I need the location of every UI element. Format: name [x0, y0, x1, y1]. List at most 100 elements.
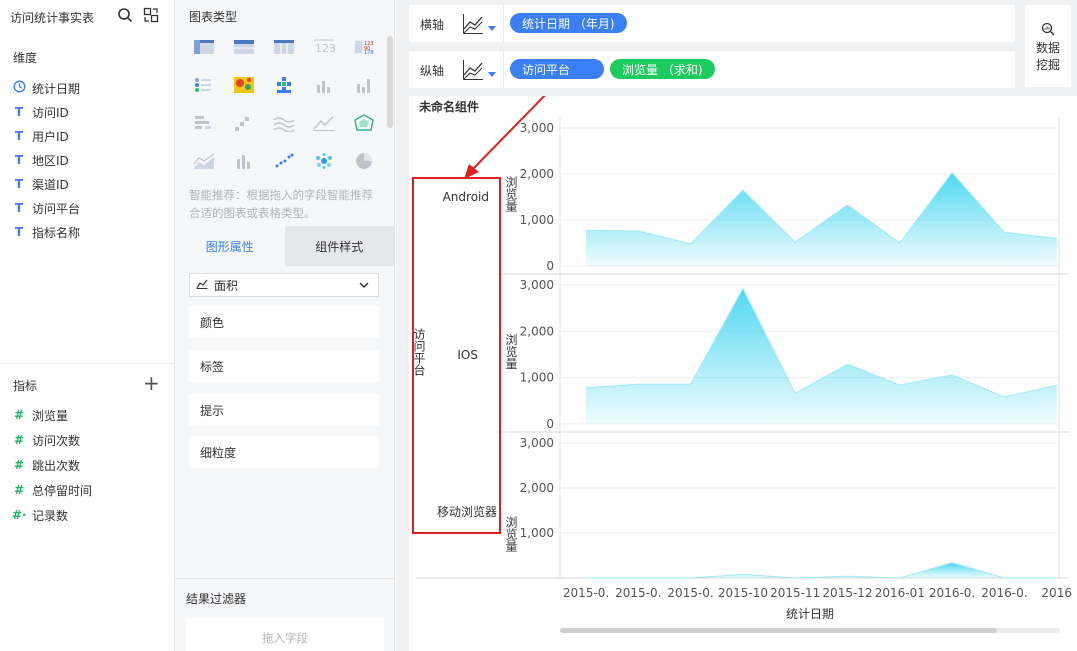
- add-measure-button[interactable]: +: [143, 372, 160, 394]
- gantt-icon[interactable]: [193, 114, 215, 132]
- filter-drop-zone[interactable]: 拖入字段: [186, 618, 384, 651]
- y-axis-title: 浏览量: [504, 176, 518, 212]
- x-tick-label: 2016-01: [875, 586, 925, 600]
- area-chart-icon: [196, 278, 208, 292]
- measure-field[interactable]: #· 记录数: [12, 506, 68, 524]
- text-type-icon: T: [14, 153, 24, 167]
- area-chart: 0 1,000 2,000 3,000 Android 浏览量 0 1,000 2,000 3,0…: [412, 96, 1072, 621]
- pivot-table-icon[interactable]: 123 90 178: [353, 38, 375, 56]
- chart-type-title: 图表类型: [189, 10, 238, 24]
- measure-field[interactable]: # 总停留时间: [12, 481, 92, 499]
- chevron-down-icon: [358, 279, 370, 294]
- tooltip-property[interactable]: 提示: [189, 394, 379, 426]
- pie-icon[interactable]: [353, 152, 375, 170]
- measure-field[interactable]: # 访问次数: [12, 431, 80, 449]
- smart-recommend-hint: 智能推荐：根据拖入的字段智能推荐合适的图表或表格类型。: [189, 188, 373, 220]
- area-series: [586, 288, 1057, 424]
- x-tick-label: 2015-0.: [667, 586, 713, 600]
- dimension-label: 用户ID: [32, 129, 69, 144]
- data-mining-label-line2: 挖掘: [1035, 58, 1060, 72]
- dimension-field[interactable]: 统计日期: [12, 79, 80, 97]
- dataset-title: 访问统计事实表: [10, 11, 95, 25]
- tab-component-style[interactable]: 组件样式: [284, 226, 394, 266]
- y-tick-label: 3,000: [520, 278, 554, 292]
- dimension-field[interactable]: T 访问ID: [12, 103, 69, 121]
- bar-chart-icon[interactable]: [313, 76, 335, 94]
- line-icon[interactable]: [313, 114, 335, 132]
- multi-line-icon[interactable]: [273, 114, 295, 133]
- search-icon[interactable]: [117, 7, 133, 23]
- area-icon[interactable]: [193, 152, 215, 170]
- measure-field[interactable]: # 浏览量: [12, 406, 68, 424]
- number-card-icon[interactable]: 123: [313, 38, 336, 56]
- chart-scroll-thumb[interactable]: [560, 628, 997, 633]
- text-type-icon: T: [14, 225, 24, 239]
- y-tick-label: 2,000: [520, 481, 554, 495]
- x-field-pill[interactable]: 统计日期 （年月): [510, 13, 627, 33]
- text-type-icon: T: [14, 177, 24, 191]
- radar-icon[interactable]: [353, 114, 375, 132]
- detail-table-icon[interactable]: [273, 38, 295, 56]
- dimension-field[interactable]: T 指标名称: [12, 223, 80, 241]
- dot-chart-icon[interactable]: [273, 76, 295, 94]
- tab-graph-properties[interactable]: 图形属性: [175, 226, 285, 266]
- chart-style-select[interactable]: 面积: [189, 273, 379, 297]
- y-axis-label: 纵轴: [420, 64, 445, 78]
- dimension-field[interactable]: T 渠道ID: [12, 175, 69, 193]
- dot-matrix-icon[interactable]: [193, 76, 215, 94]
- number-type-icon: #: [13, 408, 25, 422]
- chart-type-scrollbar[interactable]: [387, 36, 393, 128]
- measure-field[interactable]: # 跳出次数: [12, 456, 80, 474]
- divider: [175, 578, 394, 579]
- y-tick-label: 2,000: [520, 167, 554, 181]
- switch-table-icon[interactable]: [143, 7, 159, 23]
- y-tick-label: 2,000: [520, 324, 554, 338]
- y-tick-label: 0: [546, 417, 554, 431]
- measure-label: 跳出次数: [32, 458, 81, 473]
- color-property[interactable]: 颜色: [189, 306, 379, 338]
- number-type-icon: #: [13, 433, 25, 447]
- separator: [503, 51, 504, 88]
- x-tick-label: 2016: [1041, 586, 1072, 600]
- cross-table-icon[interactable]: [233, 38, 255, 56]
- x-axis-label: 横轴: [420, 18, 445, 32]
- scatter-icon[interactable]: [273, 152, 295, 170]
- measure-label: 总停留时间: [32, 483, 93, 498]
- heatmap-icon[interactable]: [233, 76, 255, 94]
- facet-label: Android: [443, 190, 489, 204]
- step-icon[interactable]: [233, 114, 255, 132]
- facet-label: IOS: [457, 348, 478, 362]
- data-mining-label: 数据 挖掘: [1025, 40, 1071, 74]
- x-axis-chart-icon[interactable]: [462, 13, 498, 38]
- label-property[interactable]: 标签: [189, 350, 379, 382]
- chart-style-value: 面积: [214, 278, 239, 293]
- stacked-bar-icon[interactable]: [353, 76, 375, 94]
- area-series: [586, 562, 1057, 578]
- table-icon[interactable]: [193, 38, 215, 56]
- y-field-pill-pageviews[interactable]: 浏览量 （求和): [610, 59, 715, 79]
- dimension-field[interactable]: T 地区ID: [12, 151, 69, 169]
- property-tabs: 图形属性 组件样式: [175, 226, 394, 266]
- x-tick-label: 2015-10: [718, 586, 768, 600]
- area-series: [586, 172, 1057, 266]
- y-field-pill-platform[interactable]: 访问平台: [510, 59, 604, 79]
- dimension-field[interactable]: T 用户ID: [12, 127, 69, 145]
- y-tick-label: 1,000: [520, 526, 554, 540]
- x-axis-shelf[interactable]: [409, 5, 1015, 42]
- x-tick-label: 2016-0.: [929, 586, 975, 600]
- bubble-icon[interactable]: [313, 152, 335, 170]
- facet-dimension-label: 访问平台: [412, 328, 426, 376]
- y-tick-label: 3,000: [520, 436, 554, 450]
- y-tick-label: 1,000: [520, 213, 554, 227]
- dimension-label: 渠道ID: [32, 177, 69, 192]
- svg-text:123: 123: [315, 42, 335, 55]
- stacked-column-icon[interactable]: [233, 152, 255, 170]
- granularity-property[interactable]: 细粒度: [189, 436, 379, 468]
- x-tick-label: 2015-0.: [615, 586, 661, 600]
- y-tick-label: 1,000: [520, 371, 554, 385]
- dimension-label: 统计日期: [32, 81, 81, 96]
- svg-text:178: 178: [364, 50, 374, 56]
- text-type-icon: T: [14, 105, 24, 119]
- y-axis-chart-icon[interactable]: [462, 59, 498, 84]
- dimension-field[interactable]: T 访问平台: [12, 199, 80, 217]
